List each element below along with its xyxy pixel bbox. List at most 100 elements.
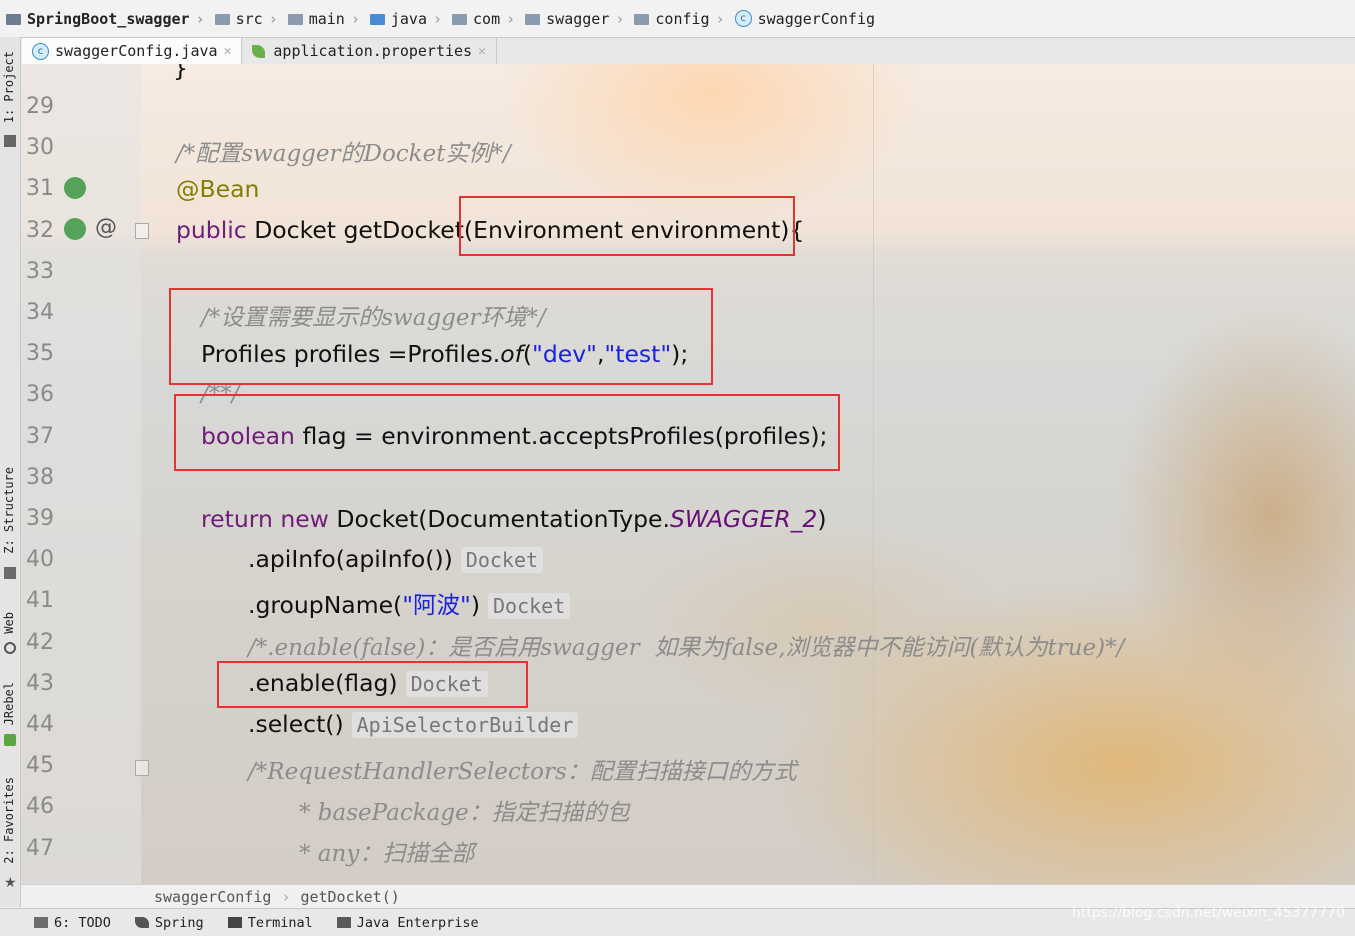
right-margin-guide	[873, 64, 874, 884]
structure-icon	[4, 567, 16, 579]
tool-label: 6: TODO	[54, 914, 111, 931]
spring-bean-gutter-icon[interactable]	[64, 218, 86, 240]
line-number: 40	[26, 547, 54, 573]
package-icon	[452, 14, 468, 25]
spring-tool-button[interactable]: Spring	[134, 914, 204, 931]
source-folder-icon	[369, 14, 385, 25]
terminal-icon	[227, 917, 242, 928]
folder-icon	[214, 14, 230, 25]
code-token: Docket(DocumentationType.	[328, 505, 670, 533]
chevron-right-icon: ›	[615, 9, 625, 28]
structure-tool-button[interactable]: Z: Structure	[2, 467, 16, 554]
line-number: 41	[26, 588, 54, 614]
chevron-right-icon: ›	[715, 9, 725, 28]
line-number: 44	[26, 712, 54, 737]
jrebel-tool-button[interactable]: JRebel	[2, 682, 16, 725]
code-line-39: return new Docket(DocumentationType.SWAG…	[201, 505, 827, 533]
package-icon	[634, 14, 650, 25]
jrebel-icon	[4, 734, 16, 746]
fold-collapse-icon[interactable]	[135, 760, 149, 776]
breadcrumb-label: main	[308, 9, 345, 28]
editor-tab-bar: c swaggerConfig.java ✕ application.prope…	[22, 38, 1355, 65]
breadcrumb-label: swaggerConfig	[757, 9, 876, 28]
type-hint: Docket	[460, 547, 544, 573]
spring-bean-gutter-icon[interactable]	[64, 177, 86, 199]
java-enterprise-tool-button[interactable]: Java Enterprise	[336, 914, 479, 931]
breadcrumb-label: config	[655, 9, 710, 28]
code-line-42: /*.enable(false)：是否启用swagger 如果为false,浏览…	[248, 635, 1125, 661]
tab-application-properties[interactable]: application.properties ✕	[242, 38, 497, 64]
code-line-45: /*RequestHandlerSelectors：配置扫描接口的方式	[248, 759, 797, 785]
todo-tool-button[interactable]: 6: TODO	[34, 915, 111, 931]
web-tool-button[interactable]: Web	[2, 612, 16, 634]
type-hint: ApiSelectorBuilder	[351, 712, 579, 738]
class-icon: c	[32, 42, 49, 60]
highlight-box-enable	[217, 661, 528, 708]
code-line-40: .apiInfo(apiInfo()) Docket	[248, 545, 544, 573]
line-number: 43	[26, 670, 54, 696]
close-tab-icon[interactable]: ✕	[478, 44, 486, 59]
tool-label: Spring	[154, 914, 204, 931]
line-number: 42	[26, 629, 54, 655]
tool-label: Java Enterprise	[356, 914, 479, 931]
code-token: .groupName(	[248, 591, 403, 619]
code-token: .select()	[248, 710, 344, 738]
favorites-tool-button[interactable]: 2: Favorites	[2, 777, 16, 864]
code-token: )	[470, 591, 481, 619]
line-number: 30	[26, 135, 54, 161]
line-number: 38	[26, 464, 54, 490]
code-editor[interactable]: } 29 30 31 32 33 34 35 36 37 38 39 40 41 42 43 44 45 46 47…	[21, 64, 1355, 884]
editor-breadcrumb-class[interactable]: swaggerConfig	[154, 888, 271, 906]
line-number: 29	[26, 94, 54, 119]
breadcrumb-swaggerconfig[interactable]: c swaggerConfig	[729, 10, 875, 28]
breadcrumb-project[interactable]: SpringBoot_swagger ›	[0, 10, 209, 28]
breadcrumb-src[interactable]: src ›	[209, 10, 282, 28]
highlight-box-parameter	[459, 196, 795, 256]
spring-leaf-icon	[252, 44, 266, 58]
tab-label: application.properties	[273, 42, 473, 60]
tool-label: Terminal	[247, 914, 313, 931]
static-field: SWAGGER_2	[670, 505, 818, 533]
breadcrumb-com[interactable]: com ›	[446, 10, 519, 28]
line-number: 39	[26, 506, 54, 531]
java-enterprise-icon	[336, 917, 351, 928]
code-line-31: @Bean	[176, 175, 260, 203]
package-icon	[525, 14, 541, 25]
line-number: 33	[26, 258, 54, 284]
tab-swaggerconfig-java[interactable]: c swaggerConfig.java ✕	[22, 38, 243, 64]
chevron-right-icon: ›	[268, 9, 278, 28]
keyword-return-new: return new	[201, 505, 329, 533]
navigation-breadcrumb: SpringBoot_swagger › src › main › java › com…	[0, 0, 1355, 38]
line-number: 35	[26, 341, 54, 367]
line-number: 46	[26, 794, 54, 820]
code-line-47: * any：扫描全部	[299, 841, 475, 867]
breadcrumb-config[interactable]: config ›	[628, 10, 728, 28]
watermark-text: https://blog.csdn.net/weixin_45377770	[1071, 905, 1345, 921]
chevron-right-icon: ›	[195, 9, 205, 28]
project-tool-button[interactable]: 1: Project	[2, 51, 16, 123]
todo-icon	[34, 917, 48, 928]
editor-breadcrumb-method[interactable]: getDocket()	[300, 888, 399, 906]
code-token: )	[817, 505, 827, 533]
close-tab-icon[interactable]: ✕	[224, 44, 232, 59]
keyword-public: public	[176, 216, 247, 244]
breadcrumb-main[interactable]: main ›	[282, 10, 364, 28]
at-annotation-gutter-icon[interactable]: @	[95, 215, 117, 240]
breadcrumb-label: com	[473, 9, 501, 28]
folder-icon	[287, 14, 303, 25]
breadcrumb-java[interactable]: java ›	[364, 10, 446, 28]
breadcrumb-label: SpringBoot_swagger	[27, 9, 190, 28]
terminal-tool-button[interactable]: Terminal	[227, 914, 313, 931]
star-icon: ★	[4, 875, 17, 891]
breadcrumb-label: swagger	[546, 9, 610, 28]
globe-icon	[4, 642, 16, 654]
breadcrumb-swagger[interactable]: swagger ›	[519, 10, 628, 28]
code-line-30: /*配置swagger的Docket实例*/	[176, 141, 511, 167]
folder-icon	[4, 135, 16, 147]
type-hint: Docket	[488, 593, 571, 619]
line-number: 37	[26, 423, 54, 449]
fold-collapse-icon[interactable]	[135, 223, 149, 239]
code-token: .apiInfo(apiInfo())	[248, 545, 453, 573]
spring-icon	[134, 917, 149, 928]
breadcrumb-label: java	[390, 9, 427, 28]
